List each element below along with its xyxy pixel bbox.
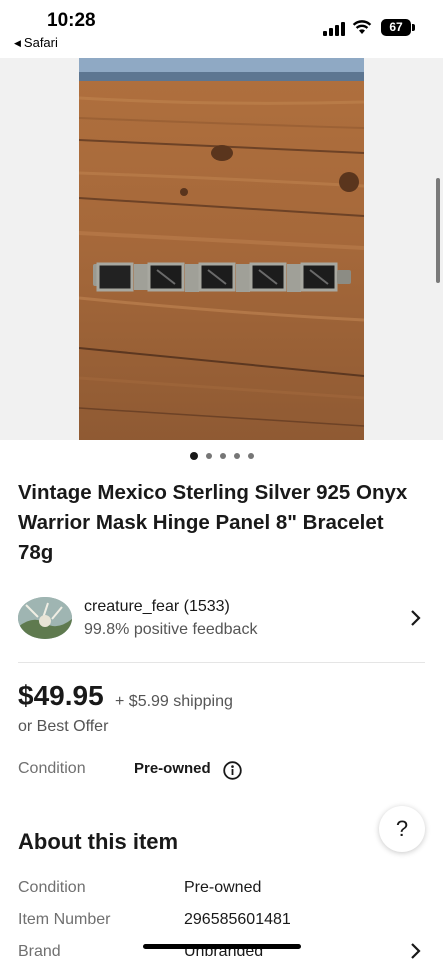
seller-avatar	[18, 597, 72, 639]
seller-avatar-image	[18, 597, 72, 639]
wifi-icon	[352, 20, 372, 34]
shipping-cost: + $5.99 shipping	[115, 693, 233, 710]
spec-value-condition: Pre-owned	[184, 879, 262, 896]
best-offer-text: or Best Offer	[18, 718, 109, 735]
spec-value-item-number: 296585601481	[184, 911, 291, 928]
brand-chevron-right-icon[interactable]	[410, 942, 422, 960]
product-photo[interactable]	[79, 58, 364, 440]
help-button[interactable]: ?	[379, 806, 425, 852]
page-scrollbar[interactable]	[436, 178, 440, 283]
gallery-dot-3[interactable]	[219, 453, 226, 459]
about-item-heading: About this item	[18, 829, 179, 854]
gallery-dot-4[interactable]	[233, 453, 240, 459]
battery-indicator: 67	[381, 19, 415, 36]
back-app-label: Safari	[23, 35, 58, 50]
info-icon[interactable]	[223, 761, 242, 780]
chevron-right-icon[interactable]	[410, 609, 422, 627]
gallery-pagination-dots[interactable]	[0, 452, 443, 460]
section-divider	[18, 662, 425, 663]
seller-feedback: 99.8% positive feedback	[84, 621, 258, 638]
spec-label-condition: Condition	[18, 879, 86, 896]
cellular-signal-icon	[323, 22, 345, 36]
back-triangle-icon: ◀	[14, 38, 21, 48]
condition-label: Condition	[18, 760, 86, 777]
spec-label-item-number: Item Number	[18, 911, 111, 928]
gallery-dot-1[interactable]	[189, 452, 198, 460]
bracelet-photo-illustration	[79, 58, 364, 440]
item-price: $49.95	[18, 680, 104, 711]
gallery-dot-2[interactable]	[205, 453, 212, 459]
image-gallery[interactable]	[0, 58, 443, 440]
status-bar: 10:28 ◀ Safari 67	[0, 0, 443, 58]
gallery-dot-5[interactable]	[247, 453, 254, 459]
status-time: 10:28	[47, 10, 96, 31]
home-indicator[interactable]	[143, 944, 301, 949]
condition-value: Pre-owned	[134, 760, 211, 777]
seller-info-row[interactable]: creature_fear (1533) 99.8% positive feed…	[0, 592, 443, 646]
seller-name[interactable]: creature_fear (1533)	[84, 598, 230, 616]
spec-label-brand: Brand	[18, 943, 61, 960]
listing-title: Vintage Mexico Sterling Silver 925 Onyx …	[18, 481, 408, 564]
back-to-safari-link[interactable]: ◀ Safari	[14, 35, 58, 50]
